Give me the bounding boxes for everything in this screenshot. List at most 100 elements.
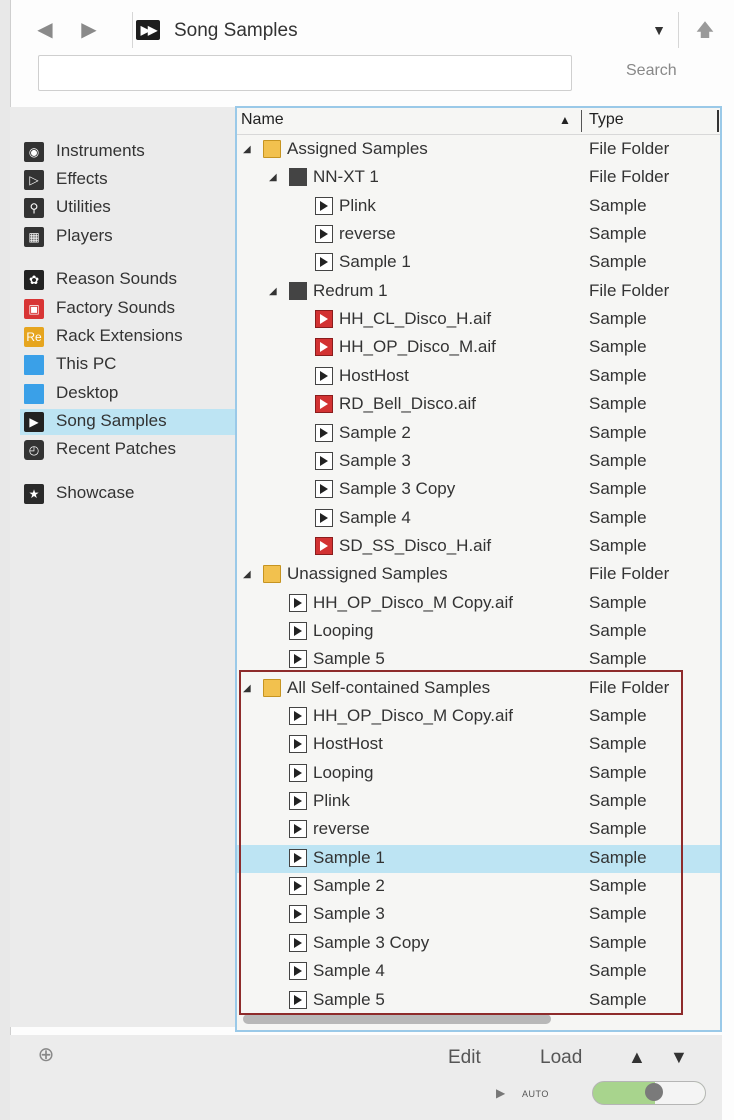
column-name[interactable]: Name <box>241 111 284 129</box>
sample-file-icon <box>289 848 307 867</box>
row-type: Sample <box>589 876 647 896</box>
device-icon <box>289 168 307 187</box>
file-row[interactable]: SD_SS_Disco_H.aif Sample <box>237 533 720 561</box>
add-icon[interactable]: ⊕ <box>36 1045 56 1065</box>
row-type: File Folder <box>589 564 670 584</box>
row-type: File Folder <box>589 280 670 300</box>
file-row[interactable]: Sample 1 Sample <box>237 249 720 277</box>
file-row[interactable]: Looping Sample <box>237 760 720 788</box>
row-type: Sample <box>589 195 647 215</box>
file-row[interactable]: Looping Sample <box>237 618 720 646</box>
file-row[interactable]: HH_CL_Disco_H.aif Sample <box>237 306 720 334</box>
sidebar-item-effects[interactable]: ▷ Effects <box>22 167 234 193</box>
sample-file-icon <box>289 877 307 896</box>
file-row[interactable]: Sample 2 Sample <box>237 873 720 901</box>
row-name: Plink <box>313 791 350 811</box>
location-title[interactable]: Song Samples <box>174 20 298 42</box>
sample-file-icon <box>315 508 333 527</box>
row-type: Sample <box>589 819 647 839</box>
file-row[interactable]: HH_OP_Disco_M Copy.aif Sample <box>237 590 720 618</box>
folder-row[interactable]: ◢ Redrum 1 File Folder <box>237 278 720 306</box>
file-row[interactable]: HH_OP_Disco_M Copy.aif Sample <box>237 703 720 731</box>
file-row[interactable]: HostHost Sample <box>237 731 720 759</box>
sidebar: ◉ Instruments ▷ Effects ⚲ Utilities ▦ Players ✿ R… <box>10 107 242 1027</box>
up-arrow-icon[interactable]: 🡅 <box>694 18 716 42</box>
play-icon[interactable]: ▶ <box>496 1086 505 1100</box>
sidebar-item-showcase[interactable]: ★ Showcase <box>22 481 234 507</box>
sample-file-icon <box>315 338 333 357</box>
folder-row[interactable]: ◢ NN-XT 1 File Folder <box>237 164 720 192</box>
forward-arrow-icon[interactable]: ▶ <box>78 18 100 42</box>
reason-sounds-icon: ✿ <box>24 270 44 290</box>
sidebar-item-reason-sounds[interactable]: ✿ Reason Sounds <box>22 267 234 293</box>
file-row[interactable]: Sample 3 Sample <box>237 448 720 476</box>
sidebar-item-label: Showcase <box>56 483 135 502</box>
sample-file-icon <box>289 933 307 952</box>
file-row[interactable]: Plink Sample <box>237 193 720 221</box>
file-row[interactable]: Sample 5 Sample <box>237 987 720 1015</box>
row-type: Sample <box>589 791 647 811</box>
chevron-down-icon[interactable]: ▼ <box>650 22 668 40</box>
folder-row[interactable]: ◢ Assigned Samples File Folder <box>237 136 720 164</box>
toggle-knob[interactable] <box>645 1083 663 1101</box>
sample-file-icon <box>289 593 307 612</box>
file-row[interactable]: Sample 4 Sample <box>237 958 720 986</box>
sidebar-item-label: Recent Patches <box>56 439 177 458</box>
expand-triangle-icon[interactable]: ◢ <box>243 569 251 580</box>
sample-file-icon <box>289 990 307 1009</box>
auto-play-toggle[interactable] <box>592 1081 706 1105</box>
next-arrow-icon[interactable]: ▼ <box>670 1047 688 1068</box>
sample-file-icon <box>315 395 333 414</box>
horizontal-scrollbar[interactable] <box>243 1014 551 1024</box>
previous-arrow-icon[interactable]: ▲ <box>628 1047 646 1068</box>
sidebar-item-this-pc[interactable]: This PC <box>22 352 234 378</box>
file-row[interactable]: Sample 3 Copy Sample <box>237 930 720 958</box>
column-separator[interactable] <box>581 110 582 132</box>
sidebar-item-players[interactable]: ▦ Players <box>22 224 234 250</box>
file-row[interactable]: Sample 1 Sample <box>237 844 720 873</box>
file-row[interactable]: Sample 3 Sample <box>237 901 720 929</box>
row-name: HH_OP_Disco_M Copy.aif <box>313 592 513 612</box>
sidebar-item-label: Effects <box>56 169 108 188</box>
file-row[interactable]: Sample 2 Sample <box>237 420 720 448</box>
sidebar-item-rack-extensions[interactable]: Re Rack Extensions <box>22 324 234 350</box>
edit-button[interactable]: Edit <box>448 1047 481 1069</box>
sample-file-icon <box>289 962 307 981</box>
folder-row[interactable]: ◢ Unassigned Samples File Folder <box>237 561 720 589</box>
expand-triangle-icon[interactable]: ◢ <box>269 286 277 297</box>
folder-icon <box>263 678 281 697</box>
back-arrow-icon[interactable]: ◀ <box>34 18 56 42</box>
sort-ascending-icon[interactable]: ▲ <box>559 113 571 127</box>
file-row[interactable]: HH_OP_Disco_M.aif Sample <box>237 334 720 362</box>
file-row[interactable]: reverse Sample <box>237 221 720 249</box>
expand-triangle-icon[interactable]: ◢ <box>243 683 251 694</box>
load-button[interactable]: Load <box>540 1047 582 1069</box>
file-row[interactable]: Sample 4 Sample <box>237 505 720 533</box>
row-name: Sample 3 Copy <box>339 479 456 499</box>
sidebar-item-label: This PC <box>56 354 117 373</box>
sidebar-item-recent-patches[interactable]: ◴ Recent Patches <box>22 437 234 463</box>
expand-triangle-icon[interactable]: ◢ <box>243 144 251 155</box>
file-row[interactable]: Sample 5 Sample <box>237 646 720 674</box>
column-type[interactable]: Type <box>589 111 624 129</box>
expand-triangle-icon[interactable]: ◢ <box>269 172 277 183</box>
search-input[interactable] <box>38 55 572 91</box>
sidebar-item-instruments[interactable]: ◉ Instruments <box>22 139 234 165</box>
sample-file-icon <box>289 621 307 640</box>
column-separator-end[interactable] <box>717 110 719 132</box>
sample-file-icon <box>315 480 333 499</box>
file-row[interactable]: Sample 3 Copy Sample <box>237 476 720 504</box>
file-row[interactable]: RD_Bell_Disco.aif Sample <box>237 391 720 419</box>
sidebar-item-song-samples[interactable]: ▶ Song Samples <box>20 409 242 435</box>
sidebar-item-factory-sounds[interactable]: ▣ Factory Sounds <box>22 296 234 322</box>
sidebar-item-utilities[interactable]: ⚲ Utilities <box>22 195 234 221</box>
folder-row[interactable]: ◢ All Self-contained Samples File Folder <box>237 675 720 703</box>
song-samples-icon: ▶▶ <box>136 20 160 40</box>
row-type: Sample <box>589 989 647 1009</box>
file-row[interactable]: HostHost Sample <box>237 363 720 391</box>
file-row[interactable]: Plink Sample <box>237 788 720 816</box>
file-row[interactable]: reverse Sample <box>237 816 720 844</box>
search-label[interactable]: Search <box>626 62 677 80</box>
sidebar-item-desktop[interactable]: Desktop <box>22 381 234 407</box>
row-name: Sample 3 Copy <box>313 932 430 952</box>
